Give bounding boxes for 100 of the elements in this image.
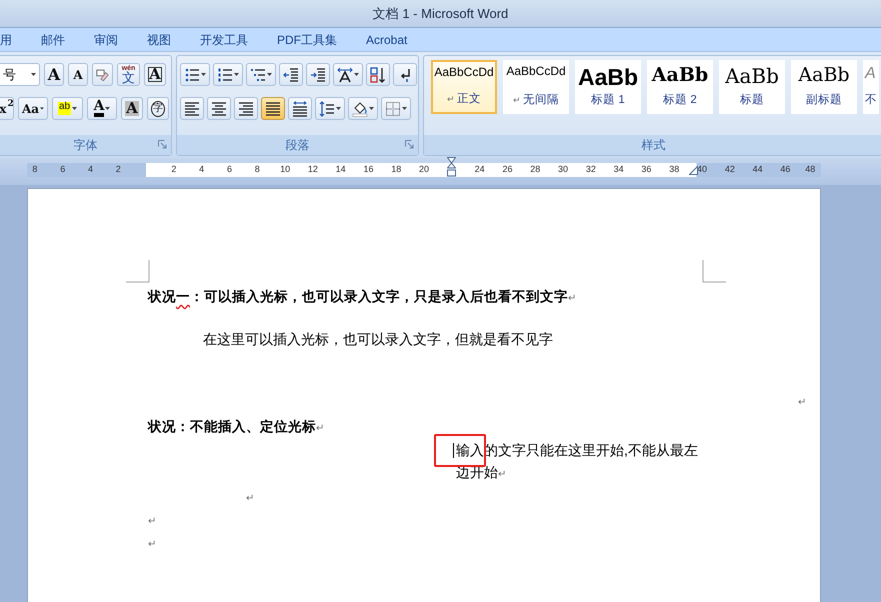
change-case-button[interactable]: Aa: [18, 97, 48, 120]
align-right-button[interactable]: [234, 97, 258, 120]
style-option[interactable]: AaBb 标题: [719, 60, 785, 114]
border-button[interactable]: [381, 97, 411, 120]
ruler-number: 12: [308, 163, 318, 176]
sort-button[interactable]: [366, 63, 390, 86]
caret-icon: [369, 107, 374, 110]
caret-icon: [267, 73, 272, 76]
ruler-number: 4: [199, 163, 204, 176]
distributed-icon: [292, 100, 308, 116]
align-right-icon: [238, 100, 254, 116]
ribbon-tab[interactable]: Acrobat: [366, 34, 408, 46]
style-option[interactable]: A 不: [863, 60, 879, 114]
group-label: 样式: [642, 137, 666, 154]
font-color-button[interactable]: A: [87, 97, 117, 120]
ruler-number: 24: [474, 163, 485, 176]
ruler-number: 6: [60, 163, 66, 176]
ribbon-tab[interactable]: PDF工具集: [277, 34, 337, 46]
character-shading-button[interactable]: A: [121, 97, 143, 120]
grow-font-button[interactable]: A: [44, 63, 64, 86]
clear-format-button[interactable]: [92, 63, 113, 86]
align-left-button[interactable]: [180, 97, 204, 120]
ruler-number: 20: [419, 163, 430, 176]
font-size-field[interactable]: 号: [0, 63, 40, 86]
caret-icon: [201, 73, 206, 76]
enclose-character-button[interactable]: 字: [147, 97, 169, 120]
character-border-button[interactable]: A: [144, 63, 166, 86]
multilevel-list-icon: [250, 66, 266, 82]
style-option[interactable]: AaBbCcDd ↵ 无间隔: [503, 60, 569, 114]
caret-icon: [31, 73, 36, 76]
ribbon-tab[interactable]: 邮件: [41, 34, 65, 46]
right-indent-marker-icon[interactable]: [689, 166, 698, 175]
bullet-list-button[interactable]: [180, 63, 210, 86]
justify-button[interactable]: [261, 97, 285, 120]
ruler-number: 14: [336, 163, 346, 176]
numbered-list-button[interactable]: [213, 63, 243, 86]
ruler-number: 10: [280, 163, 290, 176]
highlight-button[interactable]: ab: [52, 97, 83, 120]
caret-icon: [402, 107, 407, 110]
indent-marker-icon[interactable]: [447, 157, 456, 179]
caret-icon: [105, 107, 110, 110]
outdent-icon: [283, 66, 299, 82]
ruler-number: 8: [254, 163, 260, 176]
character-spacing-icon: [337, 66, 353, 82]
multilevel-list-button[interactable]: [246, 63, 276, 86]
margin-corner-mark: [126, 260, 150, 283]
style-option[interactable]: AaBb 标题 1: [575, 60, 641, 114]
align-center-button[interactable]: [207, 97, 231, 120]
ruler-number: 18: [391, 163, 402, 176]
border-icon: [385, 100, 401, 116]
paragraph-mark: ↵: [798, 397, 806, 408]
ruler-number: 2: [171, 163, 176, 176]
ruler-number: 16: [363, 163, 374, 176]
ribbon-tab[interactable]: 审阅: [94, 34, 118, 46]
align-center-icon: [211, 100, 227, 116]
document-text: 状况一：可以插入光标，也可以录入文字，只是录入后也看不到文字↵: [148, 288, 576, 306]
caret-icon: [354, 73, 359, 76]
caret-icon: [336, 107, 341, 110]
line-spacing-icon: [319, 100, 335, 116]
dialog-launcher-icon[interactable]: [405, 140, 414, 149]
ruler-number: 30: [558, 163, 568, 176]
style-option[interactable]: AaBb 标题 2: [647, 60, 713, 114]
margin-corner-mark: [702, 260, 726, 283]
caret-icon: [72, 107, 78, 110]
paint-bucket-icon: [352, 100, 368, 116]
ribbon-tab[interactable]: 用: [0, 34, 12, 46]
return-arrow-button[interactable]: [393, 63, 417, 86]
paragraph-mark: ↵: [246, 493, 254, 504]
ruler-number: 40: [697, 163, 708, 176]
paint-bucket-button[interactable]: [348, 97, 378, 120]
ribbon-tab[interactable]: 视图: [147, 34, 171, 46]
sort-icon: [370, 66, 386, 82]
ruler-number: 42: [724, 163, 735, 176]
ruler-number: 48: [805, 163, 816, 176]
ruler-number: 38: [669, 163, 680, 176]
ruler-number: 6: [226, 163, 232, 176]
highlight-box: [434, 434, 486, 467]
outdent-button[interactable]: [279, 63, 303, 86]
ruler-number: 26: [502, 163, 512, 176]
dialog-launcher-icon[interactable]: [158, 140, 167, 149]
shrink-font-button[interactable]: A: [68, 63, 88, 86]
ruler-number: 46: [780, 163, 790, 176]
line-spacing-button[interactable]: [315, 97, 345, 120]
document-text: 状况：不能插入、定位光标↵: [148, 418, 324, 436]
distributed-button[interactable]: [288, 97, 312, 120]
indent-button[interactable]: [306, 63, 330, 86]
eraser-icon: [96, 66, 109, 82]
style-option[interactable]: AaBb 副标题: [791, 60, 857, 114]
ruler-number: 2: [116, 163, 121, 176]
ruler-number: 44: [752, 163, 763, 176]
numbered-list-icon: [217, 66, 233, 82]
justify-icon: [265, 100, 281, 116]
character-spacing-button[interactable]: [333, 63, 363, 86]
ruler-number: 4: [88, 163, 93, 176]
ruler-number: 28: [530, 163, 540, 176]
caret-icon: [234, 73, 239, 76]
ruler-number: 34: [614, 163, 624, 176]
indent-icon: [310, 66, 326, 82]
style-option[interactable]: AaBbCcDd ↵ 正文: [431, 60, 497, 114]
ribbon-tab[interactable]: 开发工具: [200, 34, 248, 46]
